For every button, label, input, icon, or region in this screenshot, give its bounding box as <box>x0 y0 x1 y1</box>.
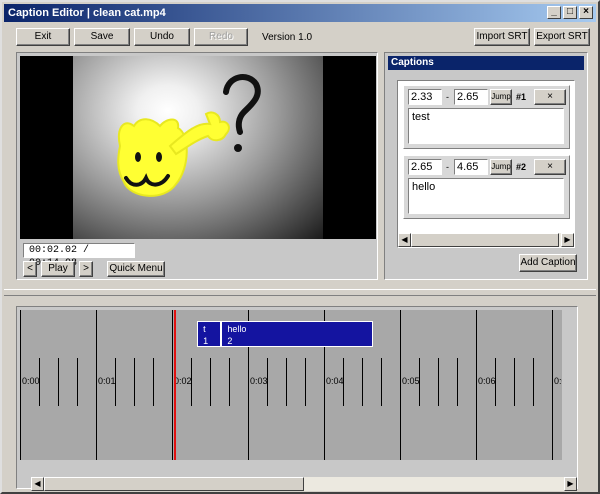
scrollbar-thumb[interactable] <box>44 477 304 491</box>
timeline-minor-tick <box>305 358 306 406</box>
caption-editor-window: Caption Editor | clean cat.mp4 _ □ × Exi… <box>0 0 600 494</box>
timeline-minor-tick <box>495 358 496 406</box>
timeline-panel: 0:000:010:020:030:040:050:060:0t1hello2 … <box>16 306 578 491</box>
previous-frame-button[interactable]: < <box>23 261 37 277</box>
captions-panel: Captions 2.33 - 2.65 Jump #1 × test 2.65… <box>384 52 588 280</box>
timeline-minor-tick <box>286 358 287 406</box>
client-area: Exit Save Undo Redo Version 1.0 Import S… <box>4 22 596 491</box>
captions-list: 2.33 - 2.65 Jump #1 × test 2.65 - 4.65 J… <box>397 80 575 248</box>
timeline-major-tick <box>476 310 477 460</box>
timeline-tick-label: 0:02 <box>174 376 192 386</box>
save-button[interactable]: Save <box>74 28 130 46</box>
timeline-minor-tick <box>362 358 363 406</box>
caption-end-input[interactable]: 2.65 <box>454 89 488 105</box>
caption-card-1: 2.33 - 2.65 Jump #1 × test <box>403 85 570 149</box>
scroll-right-icon[interactable]: ▶ <box>561 233 574 247</box>
panel-splitter[interactable] <box>4 289 596 296</box>
exit-button[interactable]: Exit <box>16 28 70 46</box>
timeline-track[interactable]: 0:000:010:020:030:040:050:060:0t1hello2 <box>20 310 562 460</box>
timeline-horizontal-scrollbar[interactable]: ◀ ▶ <box>31 477 577 491</box>
timeline-major-tick <box>400 310 401 460</box>
time-separator: - <box>446 162 449 172</box>
maximize-button[interactable]: □ <box>563 6 577 19</box>
timecode-display: 00:02.02 / 00:14.08 <box>23 243 135 269</box>
scroll-left-icon[interactable]: ◀ <box>31 477 44 491</box>
timeline-tick-label: 0:06 <box>478 376 496 386</box>
timeline-caption-block[interactable]: t1 <box>197 321 222 347</box>
timeline-tick-label: 0:0 <box>554 376 562 386</box>
video-panel: 00:02.02 / 00:14.08 < Play > Quick Menu <box>16 52 378 280</box>
timeline-major-tick <box>552 310 553 460</box>
timeline-caption-block[interactable]: hello 2 <box>221 321 374 347</box>
time-separator: - <box>446 92 449 102</box>
cat-doodle-image <box>117 74 261 197</box>
caption-block-number: 2 <box>227 336 233 346</box>
jump-button[interactable]: Jump <box>490 159 512 175</box>
close-window-button[interactable]: × <box>579 6 593 19</box>
timeline-minor-tick <box>533 358 534 406</box>
caption-block-text: t <box>203 324 206 334</box>
scroll-left-icon[interactable]: ◀ <box>398 233 411 247</box>
timeline-minor-tick <box>514 358 515 406</box>
timeline-tick-label: 0:04 <box>326 376 344 386</box>
timeline-minor-tick <box>39 358 40 406</box>
timeline-tick-label: 0:01 <box>98 376 116 386</box>
caption-start-input[interactable]: 2.65 <box>408 159 442 175</box>
version-label: Version 1.0 <box>262 32 313 43</box>
import-srt-button[interactable]: Import SRT <box>474 28 530 46</box>
timeline-minor-tick <box>229 358 230 406</box>
caption-number: #1 <box>516 92 527 102</box>
caption-end-input[interactable]: 4.65 <box>454 159 488 175</box>
timeline-major-tick <box>96 310 97 460</box>
add-caption-button[interactable]: Add Caption <box>519 254 577 272</box>
timeline-minor-tick <box>457 358 458 406</box>
window-title: Caption Editor | clean cat.mp4 <box>8 7 166 19</box>
minimize-button[interactable]: _ <box>547 6 561 19</box>
undo-button[interactable]: Undo <box>134 28 190 46</box>
timeline-minor-tick <box>419 358 420 406</box>
timeline-tick-label: 0:00 <box>22 376 40 386</box>
timeline-playhead[interactable] <box>173 310 176 460</box>
caption-text-input[interactable]: test <box>408 108 564 144</box>
caption-start-input[interactable]: 2.33 <box>408 89 442 105</box>
captions-horizontal-scrollbar[interactable]: ◀ ▶ <box>398 233 574 247</box>
redo-button[interactable]: Redo <box>194 28 248 46</box>
timeline-tick-label: 0:05 <box>402 376 420 386</box>
caption-block-number: 1 <box>203 336 209 346</box>
timeline-minor-tick <box>343 358 344 406</box>
scrollbar-thumb[interactable] <box>411 233 559 247</box>
timeline-minor-tick <box>134 358 135 406</box>
timeline-minor-tick <box>115 358 116 406</box>
caption-text-input[interactable]: hello <box>408 178 564 214</box>
video-player[interactable] <box>20 56 376 239</box>
title-bar[interactable]: Caption Editor | clean cat.mp4 _ □ × <box>4 4 596 22</box>
timeline-minor-tick <box>77 358 78 406</box>
next-frame-button[interactable]: > <box>79 261 93 277</box>
jump-button[interactable]: Jump <box>490 89 512 105</box>
timeline-minor-tick <box>438 358 439 406</box>
delete-caption-button[interactable]: × <box>534 159 566 175</box>
play-button[interactable]: Play <box>41 261 75 277</box>
caption-number: #2 <box>516 162 527 172</box>
timeline-minor-tick <box>153 358 154 406</box>
caption-block-text: hello <box>227 324 247 334</box>
timeline-major-tick <box>20 310 21 460</box>
timeline-tick-label: 0:03 <box>250 376 268 386</box>
captions-panel-title: Captions <box>388 56 584 70</box>
quick-menu-button[interactable]: Quick Menu <box>107 261 165 277</box>
timeline-minor-tick <box>381 358 382 406</box>
timeline-minor-tick <box>191 358 192 406</box>
scroll-right-icon[interactable]: ▶ <box>564 477 577 491</box>
delete-caption-button[interactable]: × <box>534 89 566 105</box>
caption-card-2: 2.65 - 4.65 Jump #2 × hello <box>403 155 570 219</box>
export-srt-button[interactable]: Export SRT <box>534 28 590 46</box>
timeline-minor-tick <box>267 358 268 406</box>
timeline-minor-tick <box>58 358 59 406</box>
timeline-minor-tick <box>210 358 211 406</box>
